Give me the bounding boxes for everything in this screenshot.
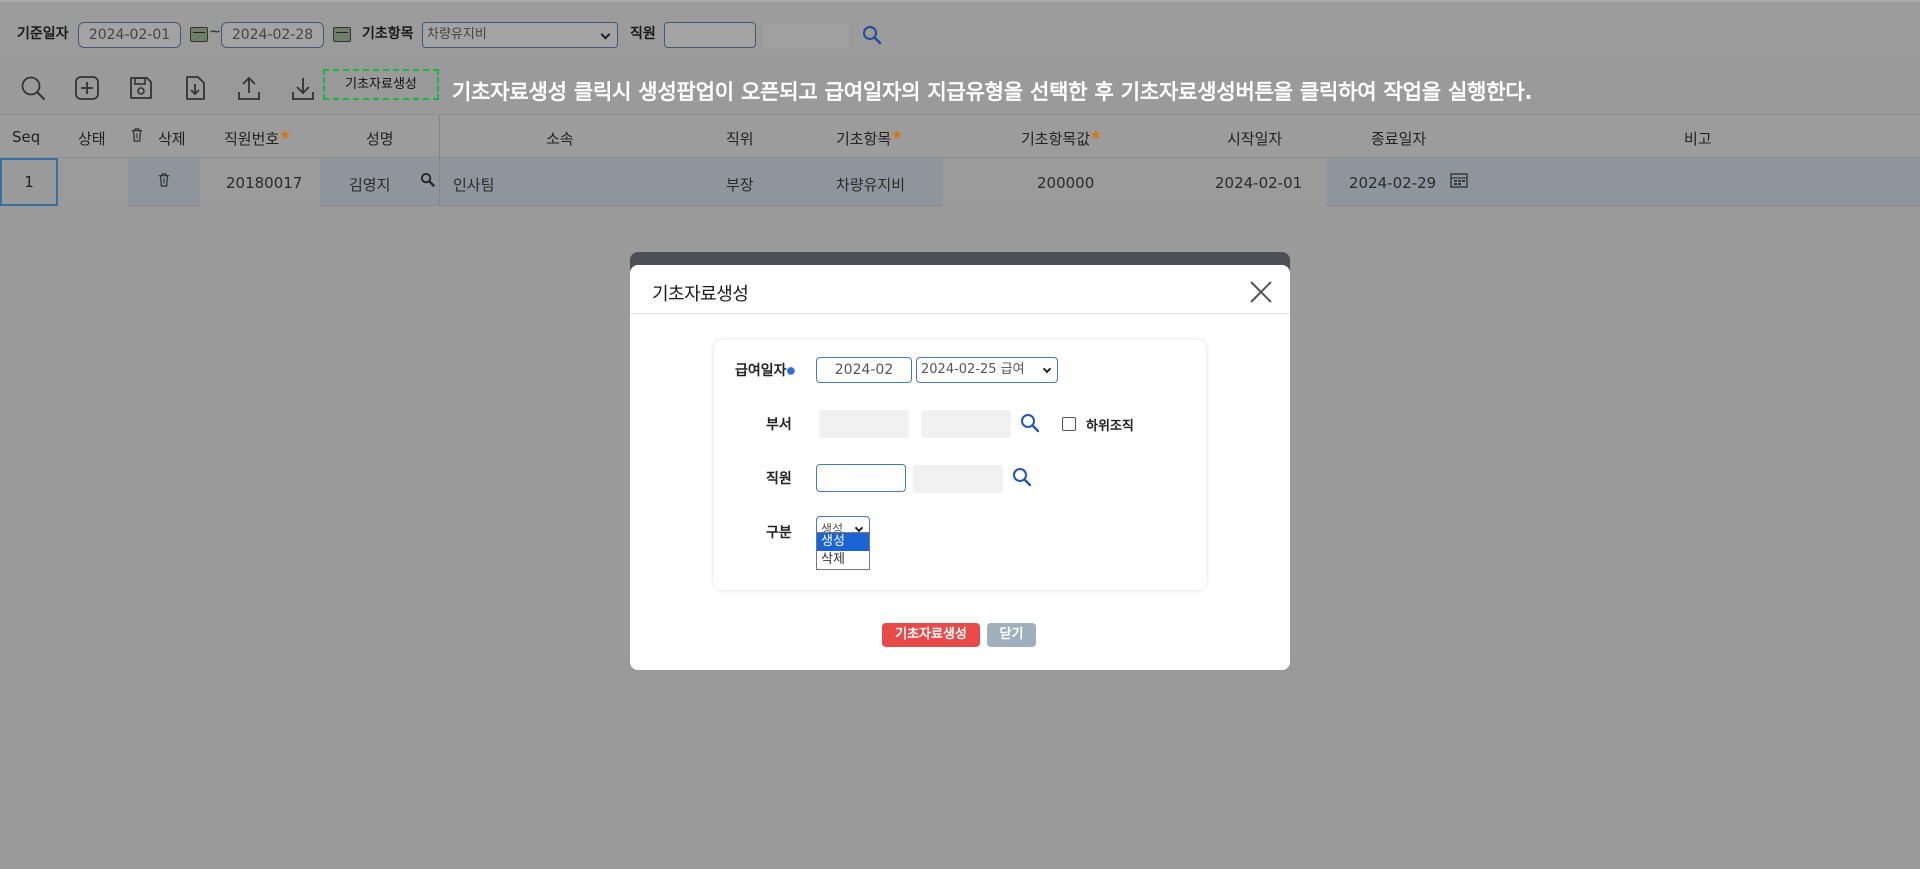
required-marker: ★ <box>1090 128 1102 143</box>
toolbar: 기초자료생성 기초자료생성 클릭시 생성팝업이 오픈되고 급여일자의 지급유형을… <box>0 62 1920 114</box>
search-icon[interactable] <box>420 172 435 191</box>
base-data-create-modal: 기초자료생성 급여일자● 2024-02 2024-02-25 급여 부서 하위… <box>630 265 1290 670</box>
type-dropdown-list: 생성 삭제 <box>816 532 870 570</box>
required-marker: ★ <box>891 128 903 143</box>
dropdown-option-create[interactable]: 생성 <box>817 533 869 551</box>
col-emp-no-label: 직원번호 <box>224 130 280 148</box>
col-name[interactable]: 성명 <box>366 128 394 149</box>
employee-label: 직원 <box>630 26 656 42</box>
col-position[interactable]: 직위 <box>726 128 754 149</box>
chevron-down-icon <box>1042 364 1052 374</box>
save-icon[interactable] <box>127 74 155 102</box>
base-data-create-button[interactable]: 기초자료생성 <box>323 69 439 100</box>
col-base-item[interactable]: 기초항목★ <box>836 128 903 149</box>
item-label: 기초항목 <box>362 26 414 42</box>
col-base-value-label: 기초항목값 <box>1021 130 1091 148</box>
base-item-value: 차량유지비 <box>427 27 487 42</box>
required-dot-icon: ● <box>786 365 796 377</box>
dept-label: 부서 <box>766 417 792 433</box>
search-icon[interactable] <box>861 24 883 46</box>
dropdown-option-delete[interactable]: 삭제 <box>817 551 869 569</box>
col-delete[interactable]: 삭제 <box>158 128 186 149</box>
chevron-down-icon <box>854 523 864 533</box>
employee-name-field <box>913 465 1003 493</box>
col-note[interactable]: 비고 <box>1684 128 1712 149</box>
pay-type-select[interactable]: 2024-02-25 급여 <box>916 357 1058 383</box>
search-icon[interactable] <box>19 74 47 102</box>
close-icon[interactable] <box>1246 277 1276 307</box>
date-label: 기준일자 <box>17 26 69 42</box>
employee-code-input[interactable] <box>816 464 906 492</box>
search-bar: 기준일자 2024-02-01 ~ 2024-02-28 기초항목 차량유지비 … <box>0 0 1920 62</box>
col-end-date[interactable]: 종료일자 <box>1371 128 1426 149</box>
pay-type-value: 2024-02-25 급여 <box>921 362 1025 377</box>
dept-cell[interactable]: 인사팀 <box>453 174 494 195</box>
form-panel: 급여일자● 2024-02 2024-02-25 급여 부서 하위조직 직원 구… <box>714 340 1206 590</box>
start-date-cell[interactable]: 2024-02-01 <box>1215 174 1302 192</box>
pay-date-label-text: 급여일자 <box>735 363 787 379</box>
date-separator: ~ <box>209 24 221 40</box>
close-button[interactable]: 닫기 <box>987 623 1036 647</box>
position-cell[interactable]: 부장 <box>726 174 754 195</box>
date-from-input[interactable]: 2024-02-01 <box>78 22 181 48</box>
calendar-icon[interactable] <box>1450 172 1468 192</box>
base-item-cell[interactable]: 차량유지비 <box>836 174 905 195</box>
grid-header: Seq 상태 삭제 직원번호★ 성명 소속 직위 기초항목★ 기초항목값★ 시작… <box>0 114 1920 159</box>
seq-cell[interactable]: 1 <box>0 158 58 206</box>
dept-code-field <box>819 410 909 438</box>
base-item-select[interactable]: 차량유지비 <box>422 22 618 48</box>
sub-org-checkbox[interactable] <box>1062 417 1076 431</box>
col-base-value[interactable]: 기초항목값★ <box>1021 128 1102 149</box>
import-icon[interactable] <box>181 74 209 102</box>
search-icon[interactable] <box>1011 466 1033 488</box>
employee-name-field <box>763 24 849 48</box>
status-cell-bg <box>58 158 128 206</box>
column-divider <box>439 158 440 206</box>
modal-title: 기초자료생성 <box>652 284 749 305</box>
col-base-item-label: 기초항목 <box>836 130 892 148</box>
sub-org-label: 하위조직 <box>1086 419 1134 434</box>
employee-input[interactable] <box>664 22 756 48</box>
trash-icon[interactable] <box>157 172 171 192</box>
base-value-cell[interactable]: 200000 <box>1037 174 1094 192</box>
employee-label: 직원 <box>766 471 792 487</box>
col-emp-no[interactable]: 직원번호★ <box>224 128 291 149</box>
pay-date-label: 급여일자● <box>735 360 795 380</box>
col-dept[interactable]: 소속 <box>546 128 574 149</box>
trash-icon <box>130 127 144 147</box>
col-status[interactable]: 상태 <box>78 128 106 149</box>
col-seq[interactable]: Seq <box>12 128 40 146</box>
end-date-cell[interactable]: 2024-02-29 <box>1349 174 1436 192</box>
table-row[interactable]: 1 20180017 김영지 인사팀 부장 차량유지비 200000 2024-… <box>0 158 1920 206</box>
calendar-icon[interactable] <box>190 27 208 42</box>
name-cell[interactable]: 김영지 <box>349 174 390 195</box>
chevron-down-icon <box>600 29 611 40</box>
emp-no-cell[interactable]: 20180017 <box>226 174 302 192</box>
calendar-icon[interactable] <box>333 27 351 42</box>
instruction-annotation: 기초자료생성 클릭시 생성팝업이 오픈되고 급여일자의 지급유형을 선택한 후 … <box>452 80 1533 104</box>
upload-icon[interactable] <box>235 74 263 102</box>
download-icon[interactable] <box>289 74 317 102</box>
column-divider <box>439 115 440 159</box>
required-marker: ★ <box>279 128 291 143</box>
date-to-input[interactable]: 2024-02-28 <box>221 22 324 48</box>
col-start-date[interactable]: 시작일자 <box>1227 128 1282 149</box>
modal-divider <box>630 313 1290 314</box>
search-icon[interactable] <box>1019 412 1041 434</box>
create-base-data-button[interactable]: 기초자료생성 <box>882 623 980 647</box>
type-label: 구분 <box>766 525 792 541</box>
dept-name-field <box>921 410 1011 438</box>
add-icon[interactable] <box>73 74 101 102</box>
pay-month-input[interactable]: 2024-02 <box>816 357 912 383</box>
